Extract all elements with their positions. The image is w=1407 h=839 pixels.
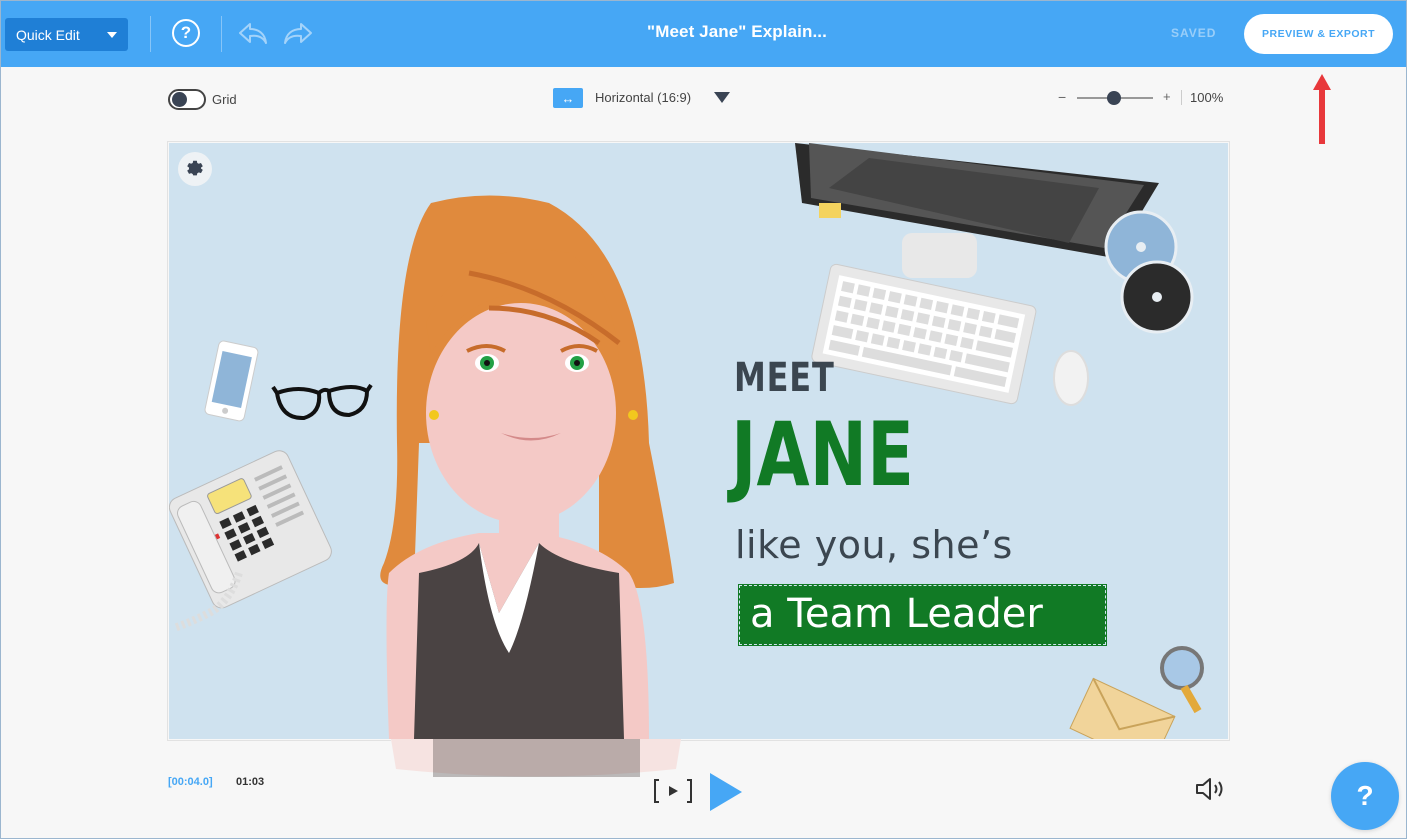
zoom-slider-handle[interactable] bbox=[1107, 91, 1121, 105]
undo-icon[interactable] bbox=[237, 21, 269, 47]
grid-label: Grid bbox=[212, 92, 237, 107]
current-time: [00:04.0] bbox=[168, 776, 213, 788]
help-glyph: ? bbox=[180, 23, 192, 42]
volume-icon[interactable] bbox=[1195, 776, 1229, 802]
orientation-icon[interactable]: ↔ bbox=[553, 88, 583, 108]
zoom-out-button[interactable]: − bbox=[1058, 89, 1066, 105]
help-button[interactable]: ? bbox=[1331, 762, 1399, 830]
save-status: SAVED bbox=[1171, 26, 1217, 40]
keyboard-illustration bbox=[811, 263, 1037, 405]
play-icon[interactable] bbox=[708, 771, 744, 813]
zoom-value: 100% bbox=[1190, 90, 1224, 105]
orientation-label[interactable]: Horizontal (16:9) bbox=[595, 90, 691, 105]
help-icon[interactable]: ? bbox=[172, 19, 200, 47]
scene-text-meet[interactable]: MEET bbox=[734, 355, 835, 401]
chevron-down-icon[interactable] bbox=[714, 92, 730, 103]
grid-toggle[interactable] bbox=[168, 89, 206, 110]
arrows-horizontal-icon: ↔ bbox=[561, 90, 575, 106]
quick-edit-dropdown[interactable]: Quick Edit bbox=[5, 18, 128, 51]
document-title[interactable]: "Meet Jane" Explain... bbox=[561, 22, 913, 42]
quick-edit-label: Quick Edit bbox=[16, 26, 80, 43]
scene-text-team-leader[interactable]: a Team Leader bbox=[738, 584, 1107, 646]
chevron-down-icon bbox=[107, 32, 117, 38]
jane-overflow-illustration bbox=[391, 739, 681, 781]
scene-text-jane[interactable]: JANE bbox=[731, 411, 914, 499]
scene-illustration bbox=[169, 143, 1204, 739]
jane-illustration bbox=[380, 195, 674, 739]
monitor-illustration bbox=[795, 143, 1159, 278]
redo-icon[interactable] bbox=[282, 21, 314, 47]
gear-icon bbox=[187, 160, 203, 176]
annotation-arrow-icon bbox=[1313, 74, 1331, 144]
scene-canvas[interactable]: MEET JANE like you, she’s a Team Leader bbox=[169, 143, 1228, 739]
top-bar: Quick Edit ? "Meet Jane" Explain... SAVE… bbox=[1, 1, 1406, 67]
toggle-knob bbox=[172, 92, 187, 107]
smartphone-illustration bbox=[204, 340, 259, 422]
glasses-illustration bbox=[271, 383, 373, 421]
desk-phone-illustration bbox=[169, 450, 332, 609]
total-duration: 01:03 bbox=[236, 776, 265, 788]
zoom-in-button[interactable]: + bbox=[1163, 89, 1171, 104]
preview-export-button[interactable]: PREVIEW & EXPORT bbox=[1244, 14, 1393, 54]
divider bbox=[221, 16, 222, 52]
scene-settings-button[interactable] bbox=[178, 152, 212, 186]
play-scene-icon[interactable] bbox=[653, 776, 693, 806]
divider bbox=[1181, 90, 1182, 105]
divider bbox=[150, 16, 151, 52]
scene-text-like-you[interactable]: like you, she’s bbox=[735, 523, 1013, 567]
